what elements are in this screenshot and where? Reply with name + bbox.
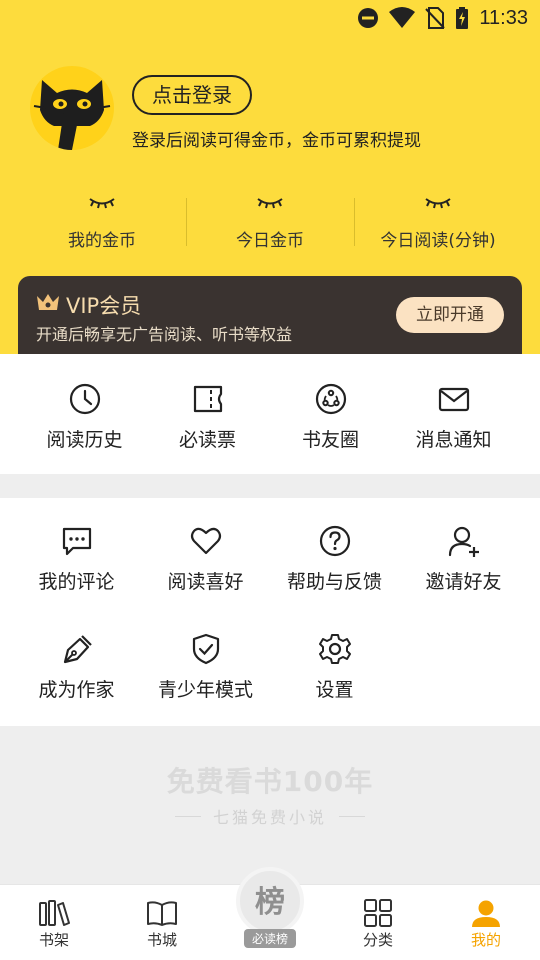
tab-label: 分类 (362, 931, 393, 949)
menu-label: 书友圈 (301, 429, 359, 451)
login-tip: 登录后阅读可得金币，金币可累积提现 (132, 131, 421, 151)
avatar[interactable] (30, 66, 114, 150)
hidden-eye-icon (425, 198, 451, 209)
menu-my-comments[interactable]: 我的评论 (12, 524, 141, 632)
ticket-icon (193, 385, 222, 413)
divider (174, 815, 201, 817)
menu-reading-history[interactable]: 阅读历史 (23, 382, 146, 474)
gear-icon (318, 634, 351, 664)
menu-label: 成为作家 (38, 679, 115, 701)
stat-label: 今日阅读(分钟) (380, 231, 496, 251)
vip-banner[interactable]: VIP会员 开通后畅享无广告阅读、听书等权益 立即开通 (18, 276, 522, 354)
stat-today-coins[interactable]: 今日金币 (186, 196, 354, 254)
stat-today-reading[interactable]: 今日阅读(分钟) (354, 196, 522, 254)
menu-label: 阅读历史 (46, 429, 123, 451)
tab-label: 书架 (38, 931, 69, 949)
menu-book-circle[interactable]: 书友圈 (269, 382, 392, 474)
menu-label: 我的评论 (38, 571, 115, 593)
vip-open-button[interactable]: 立即开通 (396, 297, 504, 333)
rank-icon: 榜 (236, 867, 304, 935)
stats-row: 我的金币 今日金币 今日阅读(分钟) (18, 196, 522, 254)
tab-mine[interactable]: 我的 (432, 885, 540, 960)
grid-icon (364, 899, 392, 927)
stat-label: 今日金币 (236, 231, 304, 251)
bookshelf-icon (39, 900, 70, 926)
login-button[interactable]: 点击登录 (132, 75, 252, 115)
menu-invite-friends[interactable]: 邀请好友 (399, 524, 528, 632)
stat-my-coins[interactable]: 我的金币 (18, 196, 186, 254)
menu-messages[interactable]: 消息通知 (392, 382, 515, 474)
menu-teen-mode[interactable]: 青少年模式 (141, 632, 270, 740)
menu-settings[interactable]: 设置 (270, 632, 399, 740)
menu-label: 帮助与反馈 (286, 571, 382, 593)
menu-label: 必读票 (178, 429, 236, 451)
vip-description: 开通后畅享无广告阅读、听书等权益 (36, 325, 293, 344)
menu-label: 阅读喜好 (167, 571, 244, 593)
tab-label: 书城 (146, 931, 177, 949)
tab-label: 必读榜 (243, 929, 297, 948)
quick-menu: 阅读历史 必读票 书友圈 消息通知 (0, 354, 540, 474)
stat-label: 我的金币 (68, 231, 136, 251)
heart-icon (190, 527, 221, 555)
circle-icon (315, 383, 346, 415)
status-bar: 11:33 (357, 6, 528, 30)
tab-category[interactable]: 分类 (324, 885, 432, 960)
slogan-sub-row: 七猫免费小说 (0, 804, 540, 828)
menu-reading-preference[interactable]: 阅读喜好 (141, 524, 270, 632)
menu-label: 消息通知 (415, 429, 492, 451)
crown-icon (37, 294, 59, 310)
mail-icon (438, 387, 469, 412)
menu-label: 设置 (315, 679, 354, 701)
tab-bookstore[interactable]: 书城 (108, 885, 216, 960)
hidden-eye-icon (89, 198, 115, 209)
person-icon (472, 900, 500, 927)
hidden-eye-icon (257, 198, 283, 209)
tab-bar: 书架 书城 榜 必读榜 分类 我的 (0, 867, 540, 960)
rank-char: 榜 (255, 885, 285, 920)
menu-become-writer[interactable]: 成为作家 (12, 632, 141, 740)
add-user-icon (448, 526, 479, 557)
slogan-sub: 七猫免费小说 (212, 808, 327, 827)
battery-charging-icon (455, 7, 469, 29)
vip-title: VIP会员 (66, 294, 142, 318)
slogan: 免费看书100年 七猫免费小说 (0, 760, 540, 828)
tab-bookshelf[interactable]: 书架 (0, 885, 108, 960)
no-sim-icon (425, 7, 446, 29)
pen-icon (63, 635, 92, 664)
clock-icon (69, 383, 100, 415)
help-icon (319, 525, 350, 557)
menu-help-feedback[interactable]: 帮助与反馈 (270, 524, 399, 632)
cat-logo-icon (33, 80, 111, 150)
book-icon (147, 901, 177, 926)
dnd-icon (357, 7, 379, 29)
wifi-icon (389, 7, 416, 29)
tools-menu: 我的评论 阅读喜好 帮助与反馈 邀请好友 成为作家 青少年模式 设置 (0, 498, 540, 726)
slogan-main: 免费看书100年 (166, 765, 374, 798)
profile-header: 11:33 点击登录 登录后阅读可得金币，金币可累积提现 我的金币 今日金币 今… (0, 0, 540, 354)
tab-ranking[interactable]: 榜 必读榜 (216, 867, 324, 960)
divider (339, 815, 365, 817)
comment-icon (62, 527, 91, 556)
shield-icon (192, 633, 219, 665)
menu-label: 邀请好友 (425, 571, 502, 593)
tab-label: 我的 (470, 931, 501, 949)
menu-read-ticket[interactable]: 必读票 (146, 382, 269, 474)
menu-label: 青少年模式 (157, 679, 253, 701)
status-time: 11:33 (479, 6, 528, 29)
